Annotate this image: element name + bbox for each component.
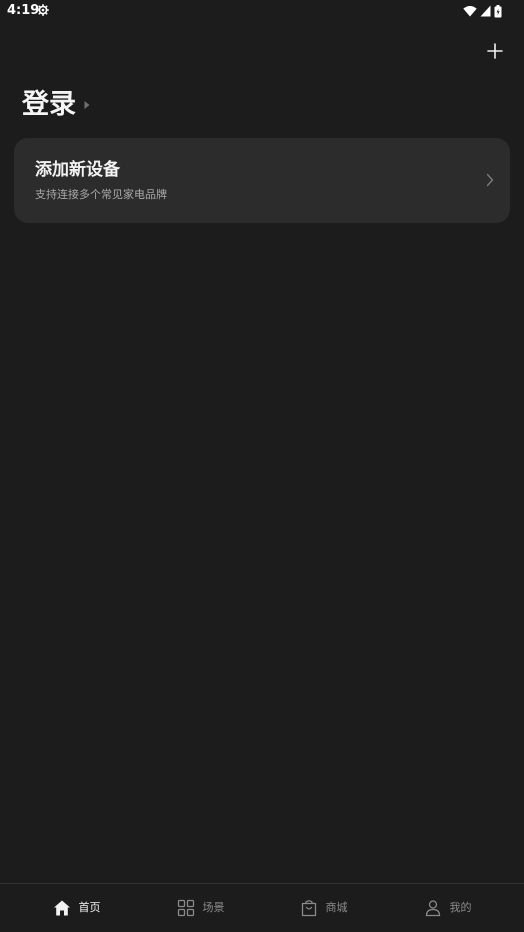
tab-profile[interactable]: 我的: [382, 884, 513, 932]
add-device-subtitle: 支持连接多个常见家电品牌: [35, 188, 167, 201]
login-title: 登录: [22, 89, 76, 120]
grid-icon: [177, 899, 194, 917]
add-device-title: 添加新设备: [35, 160, 120, 180]
wifi-icon: [463, 6, 477, 17]
status-bar: 4:19: [0, 0, 524, 22]
login-link[interactable]: 登录: [22, 86, 90, 124]
gear-icon: [37, 4, 49, 16]
tab-scenes[interactable]: 场景: [135, 884, 266, 932]
tab-scenes-label: 场景: [202, 901, 225, 914]
status-icons: [463, 3, 502, 19]
signal-icon: [480, 5, 491, 17]
tab-profile-label: 我的: [449, 901, 472, 914]
add-device-card[interactable]: 添加新设备 支持连接多个常见家电品牌: [14, 138, 510, 223]
bottom-tab-bar: 首页 场景 商城 我的: [0, 883, 524, 932]
tab-mall[interactable]: 商城: [258, 884, 389, 932]
caret-right-icon: [84, 101, 90, 109]
chevron-right-icon: [486, 173, 494, 187]
battery-icon: [494, 4, 502, 17]
tab-home[interactable]: 首页: [11, 884, 142, 932]
shopping-bag-icon: [301, 900, 316, 917]
plus-icon: [487, 43, 503, 59]
status-time: 4:19: [7, 3, 40, 18]
tab-home-label: 首页: [78, 901, 101, 914]
tab-mall-label: 商城: [325, 901, 348, 914]
home-icon: [53, 900, 70, 916]
person-icon: [425, 900, 440, 917]
add-button[interactable]: [484, 40, 506, 62]
